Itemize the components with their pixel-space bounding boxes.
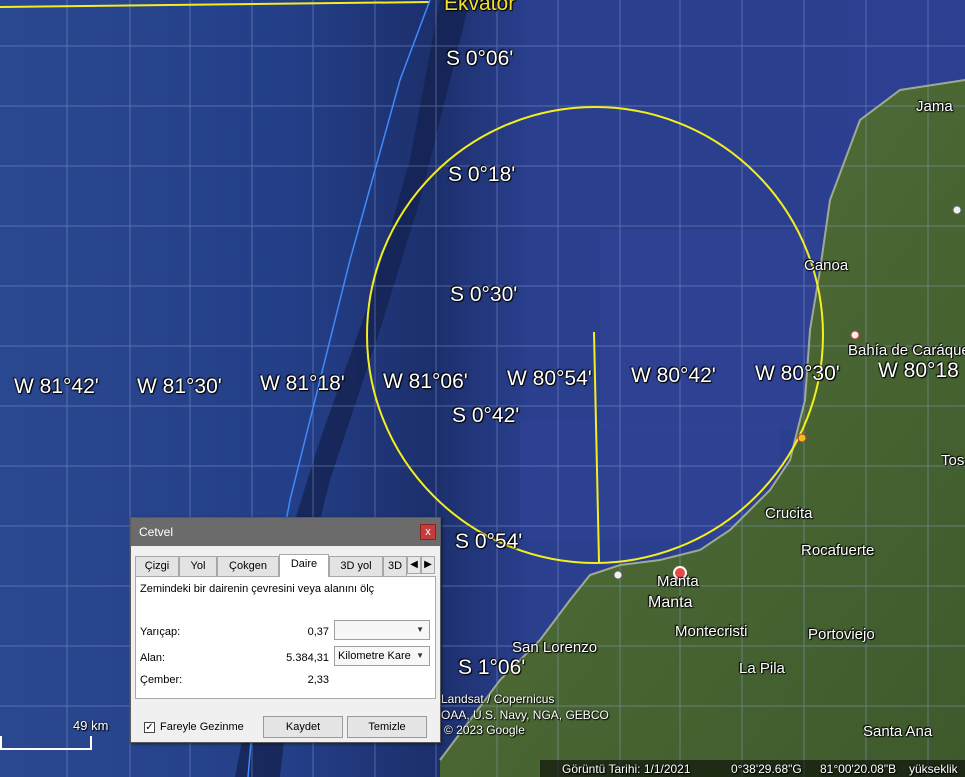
tab-polygon[interactable]: Çokgen (217, 556, 279, 576)
imagery-credit: OAA, U.S. Navy, NGA, GEBCO (441, 708, 609, 722)
tab-line[interactable]: Çizgi (135, 556, 179, 576)
place-label[interactable]: Crucita (765, 505, 813, 522)
tab-3d-path[interactable]: 3D yol (329, 556, 383, 576)
imagery-credit: © 2023 Google (444, 723, 525, 737)
chevron-down-icon: ▼ (416, 651, 424, 660)
place-marker[interactable] (613, 570, 623, 580)
chevron-down-icon: ▼ (416, 625, 424, 634)
mouse-nav-label[interactable]: Fareyle Gezinme (160, 721, 244, 733)
area-unit-select[interactable]: Kilometre Kare ▼ (334, 646, 430, 666)
place-label[interactable]: Santa Ana (863, 723, 932, 740)
place-label[interactable]: Rocafuerte (801, 542, 874, 559)
place-marker[interactable] (850, 330, 860, 340)
area-value: 5.384,31 (286, 652, 329, 664)
longitude-label: W 81°18' (260, 372, 345, 395)
place-marker[interactable] (952, 205, 962, 215)
place-label[interactable]: Canoa (804, 257, 848, 274)
measure-description: Zemindeki bir dairenin çevresini veya al… (140, 583, 375, 595)
tab-bar: Çizgi Yol Çokgen Daire 3D yol 3D ◀ ▶ (135, 554, 436, 577)
radius-label: Yarıçap: (140, 626, 181, 638)
save-button[interactable]: Kaydet (263, 716, 343, 738)
tab-circle[interactable]: Daire (279, 554, 329, 577)
latitude-label: S 0°06' (446, 47, 514, 70)
cursor-longitude: 81°00'20.08"B (820, 762, 897, 776)
place-label[interactable]: Manta (657, 573, 699, 590)
place-label[interactable]: Bahía de Caráquez (848, 342, 965, 359)
longitude-label: W 80°18 (878, 359, 959, 382)
longitude-label: W 81°42' (14, 375, 99, 398)
longitude-label: W 81°30' (137, 375, 222, 398)
longitude-label: W 80°42' (631, 364, 716, 387)
ruler-dialog: Cetvel x Çizgi Yol Çokgen Daire 3D yol 3… (130, 517, 441, 743)
tab-3d-polygon[interactable]: 3D (383, 556, 407, 576)
tab-scroll-left-icon[interactable]: ◀ (407, 556, 421, 574)
circumference-label: Çember: (140, 674, 183, 686)
tab-scroll-right-icon[interactable]: ▶ (421, 556, 435, 574)
equator-label: Ekvator (444, 0, 516, 15)
clear-button[interactable]: Temizle (347, 716, 427, 738)
scale-bar (0, 736, 92, 750)
place-marker[interactable] (797, 433, 807, 443)
place-label[interactable]: Manta (648, 594, 692, 612)
place-label[interactable]: Portoviejo (808, 626, 875, 643)
place-label[interactable]: Montecristi (675, 623, 748, 640)
elevation-label: yükseklik (909, 762, 958, 776)
close-button[interactable]: x (420, 524, 436, 540)
circumference-value: 2,33 (307, 674, 329, 686)
latitude-label: S 0°54' (455, 530, 523, 553)
radius-value: 0,37 (307, 626, 329, 638)
scale-label: 49 km (73, 718, 109, 733)
place-label[interactable]: Jama (916, 98, 953, 115)
place-label[interactable]: La Pila (739, 660, 785, 677)
imagery-date: Görüntü Tarihi: 1/1/2021 (562, 762, 691, 776)
dialog-titlebar[interactable]: Cetvel x (131, 518, 440, 546)
dialog-title: Cetvel (139, 525, 174, 539)
latitude-label: S 0°42' (452, 404, 520, 427)
mouse-nav-checkbox[interactable]: ✓ (144, 722, 155, 733)
tab-path[interactable]: Yol (179, 556, 217, 576)
longitude-label: W 80°30' (755, 362, 840, 385)
latitude-label: S 1°06' (458, 656, 526, 679)
sea-patch (600, 230, 820, 430)
longitude-label: W 81°06' (383, 370, 468, 393)
measure-panel: Zemindeki bir dairenin çevresini veya al… (135, 576, 436, 699)
latitude-label: S 0°18' (448, 163, 516, 186)
area-unit-value: Kilometre Kare (338, 650, 411, 662)
longitude-label: W 80°54' (507, 367, 592, 390)
place-label[interactable]: San Lorenzo (512, 639, 597, 656)
place-label[interactable]: Tos (941, 452, 965, 469)
area-label: Alan: (140, 652, 166, 664)
latitude-label: S 0°30' (450, 283, 518, 306)
radius-unit-select[interactable]: ▼ (334, 620, 430, 640)
imagery-credit: Landsat / Copernicus (441, 692, 555, 706)
cursor-latitude: 0°38'29.68"G (731, 762, 802, 776)
